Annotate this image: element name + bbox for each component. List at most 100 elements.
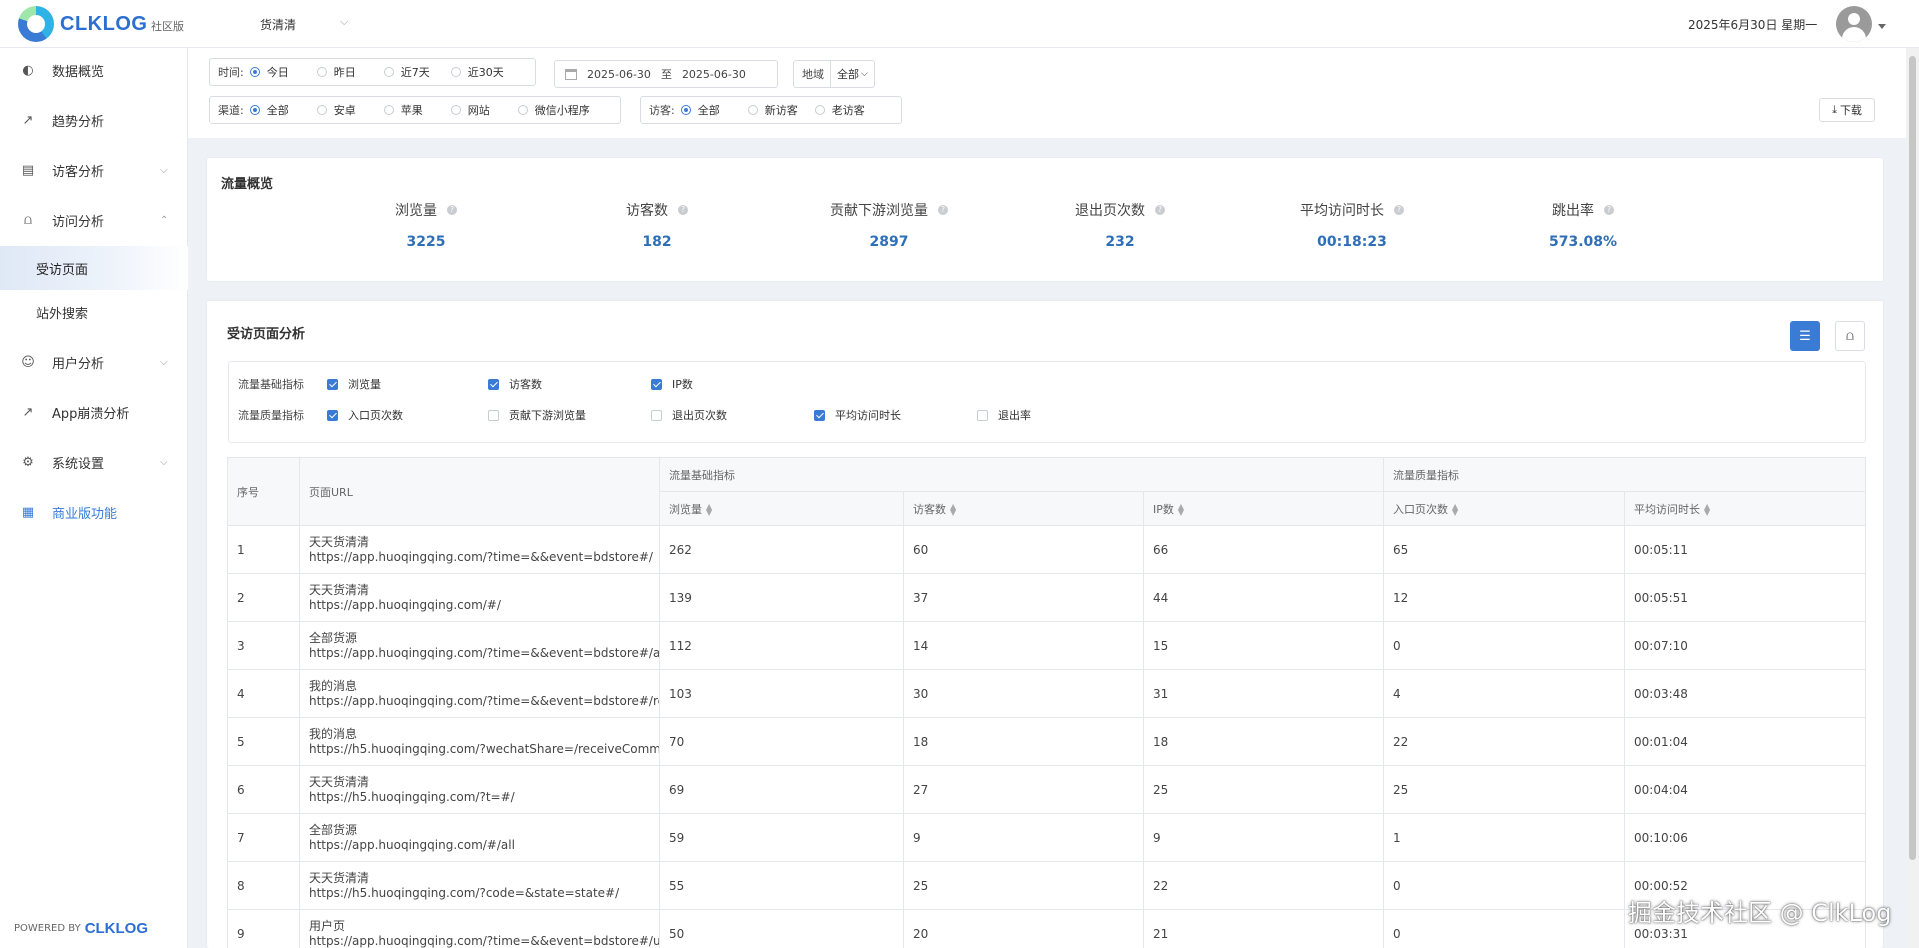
- page-cell[interactable]: 天天货清清 https://h5.huoqingqing.com/?t=#/: [299, 765, 660, 814]
- checkbox-exit-count[interactable]: 退出页次数: [651, 407, 727, 423]
- row-index: 1: [227, 525, 300, 574]
- metric-value: 00:18:23: [1317, 234, 1387, 250]
- page-cell[interactable]: 我的消息 https://app.huoqingqing.com/?time=&&…: [299, 669, 660, 718]
- info-icon[interactable]: ?: [1394, 205, 1404, 215]
- sidebar-item-access[interactable]: ⩍ 访问分析 ⌃: [0, 200, 188, 240]
- checkbox-downstream-views[interactable]: 贡献下游浏览量: [488, 407, 586, 423]
- col-header-ip[interactable]: IP数 ▲ ▼: [1142, 491, 1385, 526]
- metric-name: 浏览量: [395, 203, 437, 219]
- region-label: 地域: [802, 68, 824, 81]
- page-name: 天天货清清: [309, 534, 370, 549]
- metric-visitors: 访客数? 182: [542, 200, 772, 250]
- page-cell[interactable]: 全部货源 https://app.huoqingqing.com/?time=&&…: [299, 621, 660, 670]
- hierarchy-icon: ⩍: [23, 212, 33, 228]
- col-header-pageviews[interactable]: 浏览量 ▲ ▼: [659, 491, 904, 526]
- metric-value: 573.08%: [1548, 234, 1618, 250]
- time-radio-30days[interactable]: 近30天: [450, 64, 504, 80]
- info-icon[interactable]: ?: [447, 205, 457, 215]
- cell-ip: 9: [1142, 813, 1385, 862]
- visitor-radio-new[interactable]: 新访客: [747, 102, 801, 118]
- page-scrollbar[interactable]: [1906, 48, 1919, 948]
- page-cell[interactable]: 我的消息 https://h5.huoqingqing.com/?wechatSh…: [299, 717, 660, 766]
- row-index: 8: [227, 861, 300, 910]
- cell-ip: 25: [1142, 765, 1385, 814]
- list-view-button[interactable]: ☰: [1790, 321, 1820, 351]
- page-url: https://app.huoqingqing.com/?time=&&even…: [309, 549, 653, 564]
- channel-radio-web[interactable]: 网站: [450, 102, 504, 118]
- chevron-down-icon[interactable]: ⌵: [340, 15, 348, 29]
- col-header-entry-count[interactable]: 入口页次数 ▲ ▼: [1383, 491, 1626, 526]
- app-logo[interactable]: CLKLOG: [18, 6, 147, 42]
- page-cell[interactable]: 天天货清清 https://h5.huoqingqing.com/?code=&s…: [299, 861, 660, 910]
- cell-avg-duration: 00:07:10: [1624, 621, 1867, 670]
- metric-name: 跳出率: [1552, 203, 1594, 219]
- checkbox-ip[interactable]: IP数: [651, 376, 693, 392]
- logo-icon: [18, 6, 54, 42]
- sidebar-item-label: 受访页面: [36, 262, 89, 278]
- sidebar-item-trend[interactable]: ↗ 趋势分析: [0, 100, 188, 140]
- info-icon[interactable]: ?: [938, 205, 948, 215]
- checkbox-entry-count[interactable]: 入口页次数: [327, 407, 403, 423]
- region-select[interactable]: 全部 ⌵: [830, 61, 874, 87]
- checkbox-exit-rate[interactable]: 退出率: [977, 407, 1031, 423]
- download-button[interactable]: ⤓ 下载: [1819, 98, 1875, 122]
- date-separator: 至: [660, 68, 672, 81]
- checkbox-pageviews[interactable]: 浏览量: [327, 376, 381, 392]
- sidebar-item-settings[interactable]: ⚙ 系统设置 ⌵: [0, 442, 188, 482]
- channel-radio-miniprogram[interactable]: 微信小程序: [517, 102, 590, 118]
- time-radio-7days[interactable]: 近7天: [383, 64, 437, 80]
- page-cell[interactable]: 全部货源 https://app.huoqingqing.com/#/all: [299, 813, 660, 862]
- sidebar-item-label: 站外搜索: [36, 306, 89, 322]
- sidebar-item-app-crash[interactable]: ↗ App崩溃分析: [0, 392, 188, 432]
- channel-radio-android[interactable]: 安卓: [316, 102, 370, 118]
- channel-radio-all[interactable]: 全部: [249, 102, 303, 118]
- visitor-radio-returning[interactable]: 老访客: [814, 102, 868, 118]
- caret-down-icon[interactable]: [1878, 24, 1886, 29]
- tree-view-button[interactable]: ⩍: [1835, 321, 1865, 351]
- page-url: https://h5.huoqingqing.com/?code=&state=…: [309, 885, 620, 900]
- sidebar-item-external-search[interactable]: 站外搜索: [0, 292, 188, 332]
- page-name: 全部货源: [309, 630, 358, 645]
- project-selector[interactable]: 货清清: [260, 16, 296, 33]
- date-range-picker[interactable]: 2025-06-30 至 2025-06-30: [554, 60, 778, 88]
- date-start[interactable]: 2025-06-30: [587, 68, 651, 81]
- checkbox-avg-duration[interactable]: 平均访问时长: [814, 407, 901, 423]
- tree-icon: ⩍: [1845, 328, 1855, 344]
- avatar[interactable]: [1836, 6, 1872, 42]
- watermark: 掘金技术社区 @ ClkLog: [1628, 899, 1892, 927]
- page-url: https://app.huoqingqing.com/?time=&&even…: [309, 645, 660, 660]
- info-icon[interactable]: ?: [1604, 205, 1614, 215]
- channel-filter: 渠道: 全部 安卓 苹果 网站 微信小程序: [209, 96, 621, 124]
- cell-entry-count: 12: [1383, 573, 1626, 622]
- sidebar-item-visited-pages[interactable]: 受访页面: [0, 246, 188, 290]
- sidebar-item-business[interactable]: ▦ 商业版功能: [0, 492, 188, 532]
- col-header-avg-duration[interactable]: 平均访问时长 ▲ ▼: [1624, 491, 1867, 526]
- checkbox-visitors[interactable]: 访客数: [488, 376, 542, 392]
- region-filter[interactable]: 地域 全部 ⌵: [793, 60, 875, 88]
- date-end[interactable]: 2025-06-30: [682, 68, 746, 81]
- row-index: 9: [227, 909, 300, 948]
- page-url: https://app.huoqingqing.com/#/: [309, 597, 501, 612]
- time-radio-yesterday[interactable]: 昨日: [316, 64, 370, 80]
- time-radio-today[interactable]: 今日: [249, 64, 303, 80]
- channel-radio-ios[interactable]: 苹果: [383, 102, 437, 118]
- sidebar-item-overview[interactable]: ◐ 数据概览: [0, 50, 188, 90]
- cell-visitors: 9: [903, 813, 1144, 862]
- row-index: 4: [227, 669, 300, 718]
- col-header-visitors[interactable]: 访客数 ▲ ▼: [903, 491, 1144, 526]
- info-icon[interactable]: ?: [1155, 205, 1165, 215]
- sidebar-item-visitor[interactable]: ▤ 访客分析 ⌵: [0, 150, 188, 190]
- cell-avg-duration: 00:03:48: [1624, 669, 1867, 718]
- page-cell[interactable]: 用户页 https://app.huoqingqing.com/?time=&&e…: [299, 909, 660, 948]
- visitor-radio-all[interactable]: 全部: [680, 102, 734, 118]
- page-cell[interactable]: 天天货清清 https://app.huoqingqing.com/?time=&…: [299, 525, 660, 574]
- cell-visitors: 30: [903, 669, 1144, 718]
- row-index: 3: [227, 621, 300, 670]
- cell-visitors: 27: [903, 765, 1144, 814]
- sidebar-item-user[interactable]: ☺ 用户分析 ⌵: [0, 342, 188, 382]
- sort-icon: ▲ ▼: [1452, 501, 1459, 517]
- info-icon[interactable]: ?: [678, 205, 688, 215]
- logo-text: CLKLOG: [60, 12, 148, 35]
- page-cell[interactable]: 天天货清清 https://app.huoqingqing.com/#/: [299, 573, 660, 622]
- scrollbar-thumb[interactable]: [1909, 56, 1916, 860]
